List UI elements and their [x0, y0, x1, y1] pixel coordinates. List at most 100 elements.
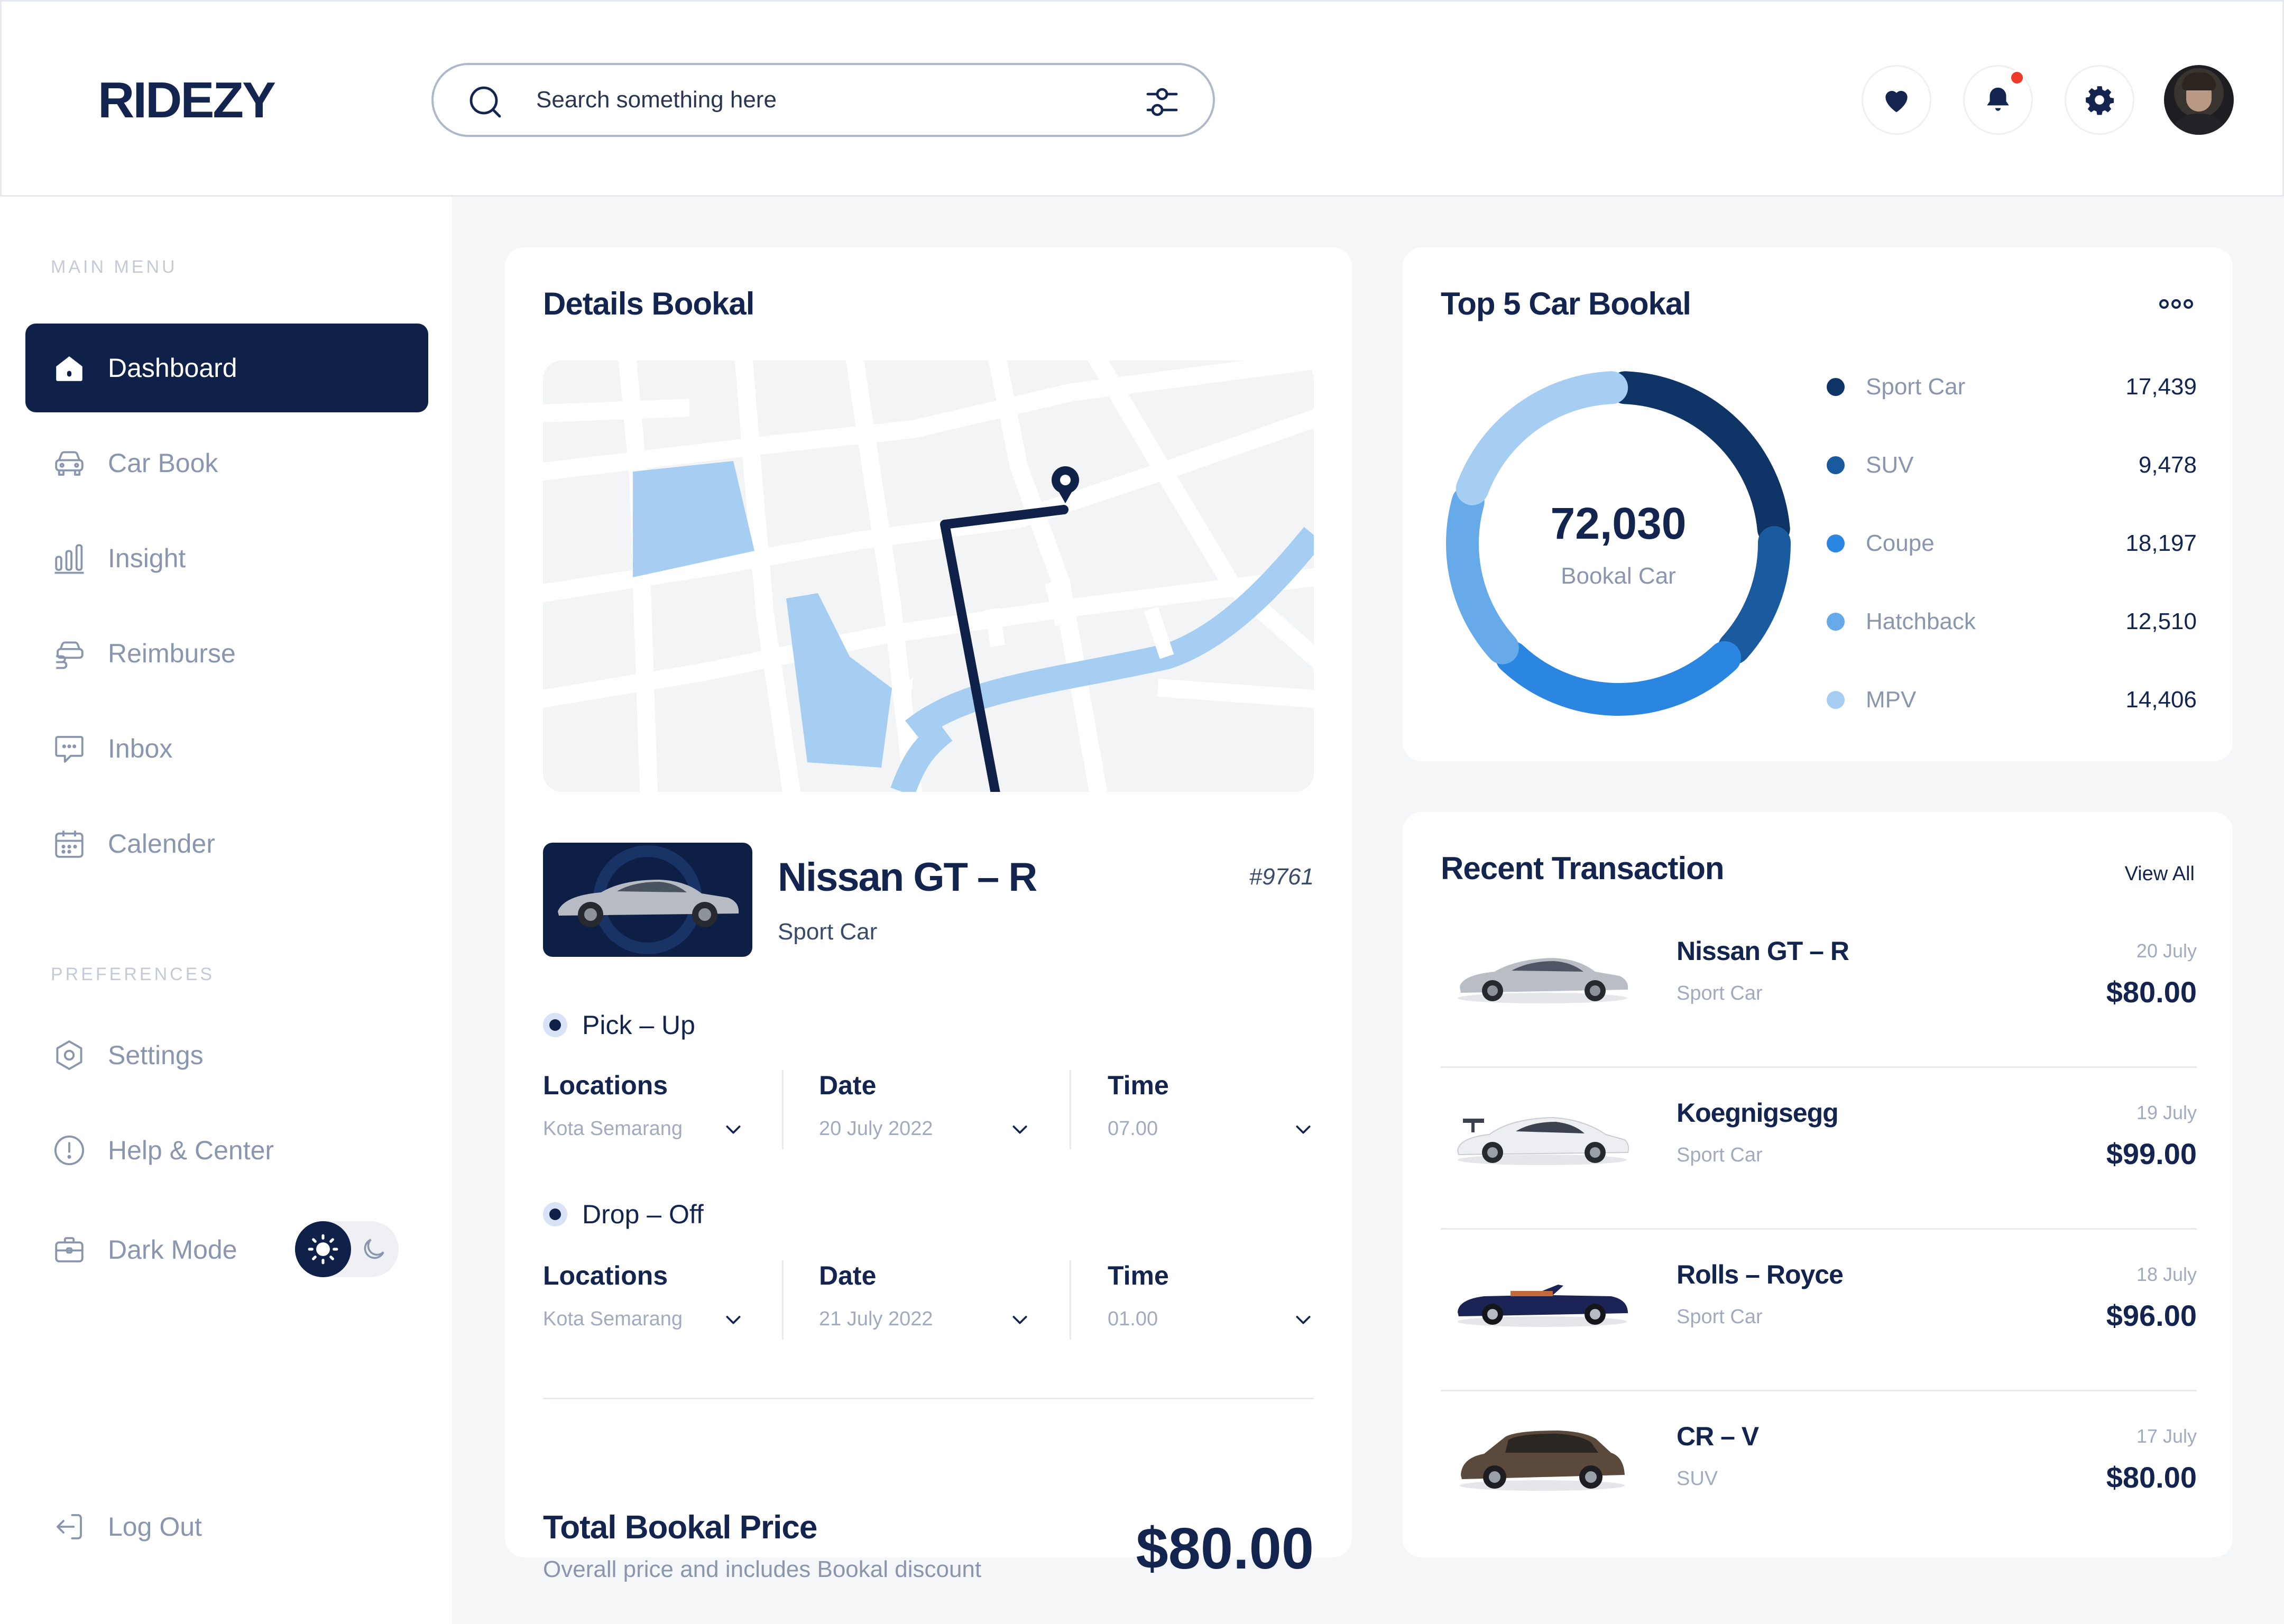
- dropoff-date-field[interactable]: Date 21 July 2022: [819, 1260, 1030, 1330]
- home-icon: [56, 356, 82, 381]
- field-value: 20 July 2022: [819, 1118, 933, 1140]
- sidebar-item-dashboard[interactable]: Dashboard: [25, 324, 428, 412]
- sidebar-item-label: Reimburse: [108, 639, 236, 668]
- favorites-button[interactable]: [1862, 65, 1931, 135]
- car-icon: [55, 451, 84, 476]
- legend-label: SUV: [1866, 452, 1914, 478]
- logout-label: Log Out: [108, 1512, 202, 1542]
- legend-item[interactable]: Sport Car 17,439: [1827, 366, 2197, 408]
- pickup-location-field[interactable]: Locations Kota Semarang: [543, 1070, 744, 1140]
- more-options-icon[interactable]: [2158, 296, 2195, 312]
- transaction-row[interactable]: CR – V SUV 17 July $80.00: [1441, 1391, 2197, 1553]
- chat-icon: [55, 736, 84, 763]
- legend-value: 18,197: [2125, 530, 2197, 556]
- field-value: 21 July 2022: [819, 1308, 933, 1330]
- filter-icon[interactable]: [1143, 83, 1181, 121]
- notifications-button[interactable]: [1963, 65, 2033, 135]
- field-label: Locations: [543, 1261, 668, 1290]
- main-menu-label: MAIN MENU: [51, 257, 178, 277]
- route-map[interactable]: [543, 361, 1314, 792]
- field-label: Date: [819, 1071, 877, 1100]
- total-price-label: Total Bookal Price: [543, 1509, 817, 1546]
- transaction-row[interactable]: Rolls – Royce Sport Car 18 July $96.00: [1441, 1230, 2197, 1391]
- total-price-value: $80.00: [1136, 1516, 1314, 1581]
- car-image: [1458, 1285, 1628, 1327]
- logout-button[interactable]: Log Out: [25, 1482, 428, 1571]
- transaction-car-name: Koegnigsegg: [1677, 1098, 1839, 1128]
- booked-car-image: [543, 843, 752, 957]
- dropoff-time-field[interactable]: Time 01.00: [1108, 1260, 1314, 1330]
- pickup-radio[interactable]: Pick – Up: [543, 1010, 695, 1040]
- search-input[interactable]: [536, 81, 1065, 119]
- transaction-price: $80.00: [2106, 975, 2197, 1009]
- legend-value: 14,406: [2125, 687, 2197, 713]
- dropoff-radio[interactable]: Drop – Off: [543, 1199, 704, 1230]
- sidebar-item-insight[interactable]: Insight: [25, 514, 428, 603]
- field-label: Date: [819, 1261, 877, 1290]
- sidebar-item-label: Inbox: [108, 734, 173, 763]
- transactions-title: Recent Transaction: [1441, 851, 1725, 886]
- transaction-row[interactable]: Nissan GT – R Sport Car 20 July $80.00: [1441, 906, 2197, 1068]
- sidebar-item-car-book[interactable]: Car Book: [25, 419, 428, 508]
- dropoff-location-field[interactable]: Locations Kota Semarang: [543, 1260, 744, 1330]
- legend-item[interactable]: Hatchback 12,510: [1827, 601, 2197, 643]
- settings-button[interactable]: [2065, 65, 2134, 135]
- legend-item[interactable]: Coupe 18,197: [1827, 522, 2197, 565]
- field-value: Kota Semarang: [543, 1308, 683, 1330]
- sidebar-item-calender[interactable]: Calender: [25, 799, 428, 888]
- legend-label: Hatchback: [1866, 608, 1976, 634]
- radio-indicator: [543, 1013, 567, 1037]
- field-value: Kota Semarang: [543, 1118, 683, 1140]
- transaction-car-type: SUV: [1677, 1468, 1718, 1490]
- legend-value: 17,439: [2125, 374, 2197, 400]
- booked-car-name: Nissan GT – R: [778, 855, 1037, 900]
- legend-label: Coupe: [1866, 530, 1935, 556]
- dark-mode-toggle[interactable]: [295, 1221, 399, 1277]
- gear-icon: [2086, 86, 2114, 115]
- moon-icon[interactable]: [360, 1235, 388, 1263]
- sidebar-item-settings[interactable]: Settings: [25, 1011, 428, 1100]
- view-all-link[interactable]: View All: [2125, 863, 2195, 885]
- legend-item[interactable]: MPV 14,406: [1827, 679, 2197, 721]
- bar-chart-icon: [54, 544, 84, 574]
- search-icon[interactable]: [466, 83, 504, 121]
- app-logo[interactable]: RIDEZY: [98, 71, 276, 130]
- field-label: Time: [1108, 1261, 1169, 1290]
- user-avatar[interactable]: [2164, 65, 2234, 135]
- light-mode-knob[interactable]: [295, 1221, 351, 1277]
- transaction-car-type: Sport Car: [1677, 1306, 1763, 1328]
- legend-label: Sport Car: [1866, 374, 1966, 400]
- pickup-time-field[interactable]: Time 07.00: [1108, 1070, 1314, 1140]
- transaction-car-type: Sport Car: [1677, 982, 1763, 1004]
- transaction-row[interactable]: Koegnigsegg Sport Car 19 July $99.00: [1441, 1068, 2197, 1230]
- field-value: 07.00: [1108, 1118, 1158, 1140]
- divider: [1070, 1260, 1071, 1340]
- sidebar-item-label: Dashboard: [108, 353, 237, 383]
- search-bar: [431, 63, 1215, 137]
- chevron-down-icon: [1296, 1125, 1311, 1134]
- legend-value: 12,510: [2125, 608, 2197, 634]
- pickup-date-field[interactable]: Date 20 July 2022: [819, 1070, 1030, 1140]
- pickup-label: Pick – Up: [582, 1010, 695, 1040]
- sidebar-item-help-center[interactable]: Help & Center: [25, 1106, 428, 1195]
- legend-item[interactable]: SUV 9,478: [1827, 444, 2197, 486]
- donut-label: Bookal Car: [1561, 562, 1676, 589]
- transaction-car-name: Rolls – Royce: [1677, 1260, 1844, 1289]
- divider: [543, 1398, 1314, 1399]
- legend-dot: [1827, 691, 1845, 709]
- transaction-price: $96.00: [2106, 1299, 2197, 1332]
- sidebar-item-dark-mode: Dark Mode: [25, 1205, 300, 1294]
- sidebar: MAIN MENU Dashboard Car Book Insight Rei…: [0, 197, 452, 1624]
- map-graphic: [543, 361, 1314, 792]
- top-bar: RIDEZY: [0, 0, 2284, 197]
- sidebar-item-reimburse[interactable]: Reimburse: [25, 609, 428, 698]
- sidebar-item-inbox[interactable]: Inbox: [25, 704, 428, 793]
- briefcase-icon: [55, 1237, 84, 1262]
- field-label: Locations: [543, 1071, 668, 1100]
- main-content: Details Bookal Nissan GT – R Sport Car #…: [452, 197, 2284, 1624]
- sidebar-item-label: Settings: [108, 1040, 204, 1070]
- radio-indicator: [543, 1202, 567, 1226]
- transaction-date: 20 July: [2136, 940, 2197, 962]
- transaction-date: 19 July: [2136, 1102, 2197, 1123]
- transaction-car-type: Sport Car: [1677, 1144, 1763, 1166]
